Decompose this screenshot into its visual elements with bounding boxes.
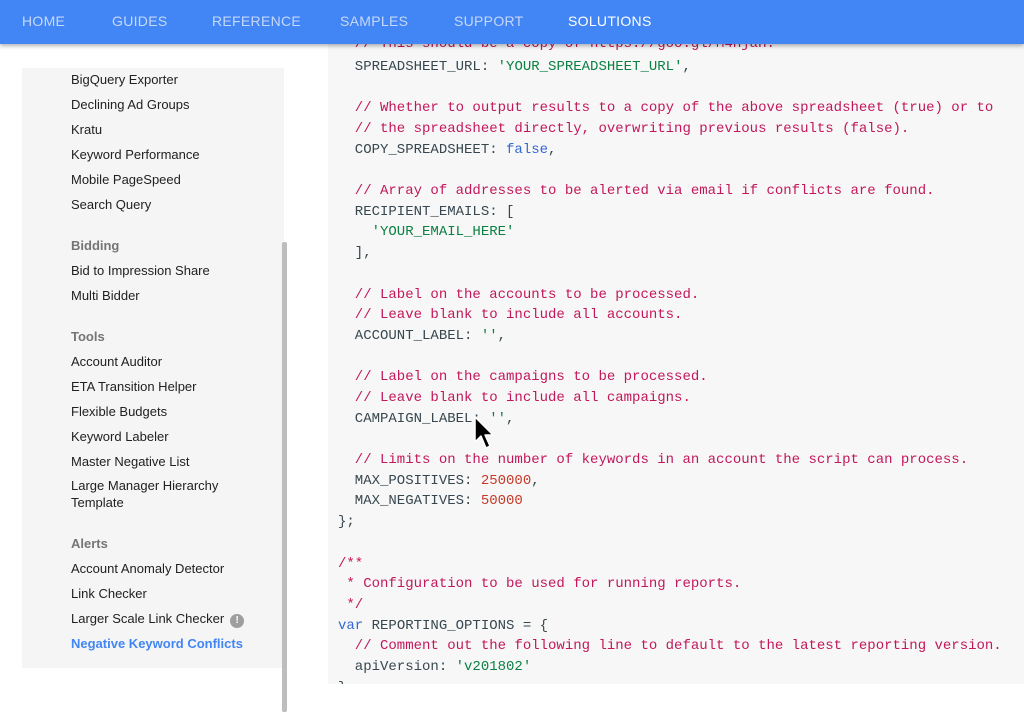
code-string: 'YOUR_SPREADSHEET_URL' xyxy=(497,59,683,75)
sidebar-scrollbar[interactable] xyxy=(282,242,287,712)
sidebar-item-eta-transition-helper[interactable]: ETA Transition Helper xyxy=(71,379,196,394)
nav-support[interactable]: SUPPORT xyxy=(454,0,524,44)
code-string: 'v201802' xyxy=(455,659,532,675)
sidebar-item-search-query[interactable]: Search Query xyxy=(71,197,151,212)
code-key: CAMPAIGN_LABEL: xyxy=(338,411,490,427)
sidebar-heading-tools: Tools xyxy=(71,329,105,344)
code-punct: , xyxy=(548,142,557,158)
code-comment: // Array of addresses to be alerted via … xyxy=(338,183,935,199)
code-punct: , xyxy=(497,328,507,344)
code-comment: // Comment out the following line to def… xyxy=(338,638,1002,654)
code-string: 'YOUR_EMAIL_HERE' xyxy=(338,224,515,240)
code-string: '' xyxy=(480,328,498,344)
sidebar-item-bigquery-exporter[interactable]: BigQuery Exporter xyxy=(71,72,178,87)
sidebar-item-keyword-labeler[interactable]: Keyword Labeler xyxy=(71,429,169,444)
code-line: MAX_POSITIVES: 250000, xyxy=(338,473,540,489)
sidebar-item-larger-scale-link-checker[interactable]: Larger Scale Link Checker! xyxy=(71,611,245,628)
code-punct: , xyxy=(531,473,540,489)
code-line: apiVersion: 'v201802' xyxy=(338,659,531,675)
sidebar-item-mobile-pagespeed[interactable]: Mobile PageSpeed xyxy=(71,172,181,187)
sidebar-heading-alerts: Alerts xyxy=(71,536,108,551)
code-key: MAX_POSITIVES: xyxy=(338,473,481,489)
code-number: 250000 xyxy=(480,473,532,489)
nav-reference[interactable]: REFERENCE xyxy=(212,0,301,44)
code-punct: , xyxy=(506,411,515,427)
code-comment: * Configuration to be used for running r… xyxy=(338,576,742,592)
sidebar-item-negative-keyword-conflicts[interactable]: Negative Keyword Conflicts xyxy=(71,636,243,651)
sidebar-item-link-checker[interactable]: Link Checker xyxy=(71,586,147,601)
sidebar-heading-bidding: Bidding xyxy=(71,238,120,253)
nav-home[interactable]: HOME xyxy=(22,0,65,44)
alert-badge-icon: ! xyxy=(230,614,245,628)
code-text: REPORTING_OPTIONS = { xyxy=(363,618,549,634)
code-comment: /** xyxy=(338,556,364,572)
sidebar-item-account-anomaly-detector[interactable]: Account Anomaly Detector xyxy=(71,561,224,576)
code-punct: , xyxy=(682,59,691,75)
nav-guides[interactable]: GUIDES xyxy=(112,0,167,44)
code-block: // This should be a copy of https://goo.… xyxy=(328,44,1024,684)
sidebar-item-flexible-budgets[interactable]: Flexible Budgets xyxy=(71,404,167,419)
code-line: }; xyxy=(338,514,355,530)
code-line: RECIPIENT_EMAILS: [ xyxy=(338,204,515,220)
top-nav-bar: HOME GUIDES REFERENCE SAMPLES SUPPORT SO… xyxy=(0,0,1024,44)
code-number: 50000 xyxy=(480,493,523,509)
code-key: SPREADSHEET_URL: xyxy=(338,59,498,75)
code-line: SPREADSHEET_URL: 'YOUR_SPREADSHEET_URL', xyxy=(338,59,691,75)
sidebar-panel xyxy=(0,44,328,712)
code-keyword: var xyxy=(338,618,364,634)
code-comment: // Leave blank to include all campaigns. xyxy=(338,390,691,406)
code-line: MAX_NEGATIVES: 50000 xyxy=(338,493,523,509)
sidebar-item-bid-to-impression-share[interactable]: Bid to Impression Share xyxy=(71,263,210,278)
sidebar-item-large-manager-hierarchy-template[interactable]: Large Manager Hierarchy Template xyxy=(71,477,261,511)
code-comment: // the spreadsheet directly, overwriting… xyxy=(338,121,910,137)
nav-solutions[interactable]: SOLUTIONS xyxy=(568,0,652,44)
code-comment: // This should be a copy of https://goo.… xyxy=(338,44,775,52)
sidebar-item-master-negative-list[interactable]: Master Negative List xyxy=(71,454,190,469)
code-line: COPY_SPREADSHEET: false, xyxy=(338,142,557,158)
code-comment: // Limits on the number of keywords in a… xyxy=(338,452,969,468)
code-line: var REPORTING_OPTIONS = { xyxy=(338,618,548,634)
code-keyword: false xyxy=(506,142,549,158)
code-key: COPY_SPREADSHEET: xyxy=(338,142,507,158)
sidebar-item-account-auditor[interactable]: Account Auditor xyxy=(71,354,162,369)
mouse-pointer-icon xyxy=(474,416,494,449)
sidebar-item-multi-bidder[interactable]: Multi Bidder xyxy=(71,288,140,303)
code-line: } xyxy=(338,680,346,684)
code-comment: // Whether to output results to a copy o… xyxy=(338,100,994,116)
code-key: ACCOUNT_LABEL: xyxy=(338,328,481,344)
code-line: ACCOUNT_LABEL: '', xyxy=(338,328,506,344)
code-key: MAX_NEGATIVES: xyxy=(338,493,481,509)
code-comment: */ xyxy=(338,597,364,613)
code-comment: // Label on the campaigns to be processe… xyxy=(338,369,708,385)
sidebar-item-declining-ad-groups[interactable]: Declining Ad Groups xyxy=(71,97,190,112)
sidebar-item-kratu[interactable]: Kratu xyxy=(71,122,102,137)
nav-samples[interactable]: SAMPLES xyxy=(340,0,408,44)
sidebar-item-label: Larger Scale Link Checker xyxy=(71,611,225,626)
sidebar-item-keyword-performance[interactable]: Keyword Performance xyxy=(71,147,200,162)
code-comment: // Leave blank to include all accounts. xyxy=(338,307,683,323)
code-key: apiVersion: xyxy=(338,659,456,675)
code-line: ], xyxy=(338,245,372,261)
code-comment: // Label on the accounts to be processed… xyxy=(338,287,700,303)
